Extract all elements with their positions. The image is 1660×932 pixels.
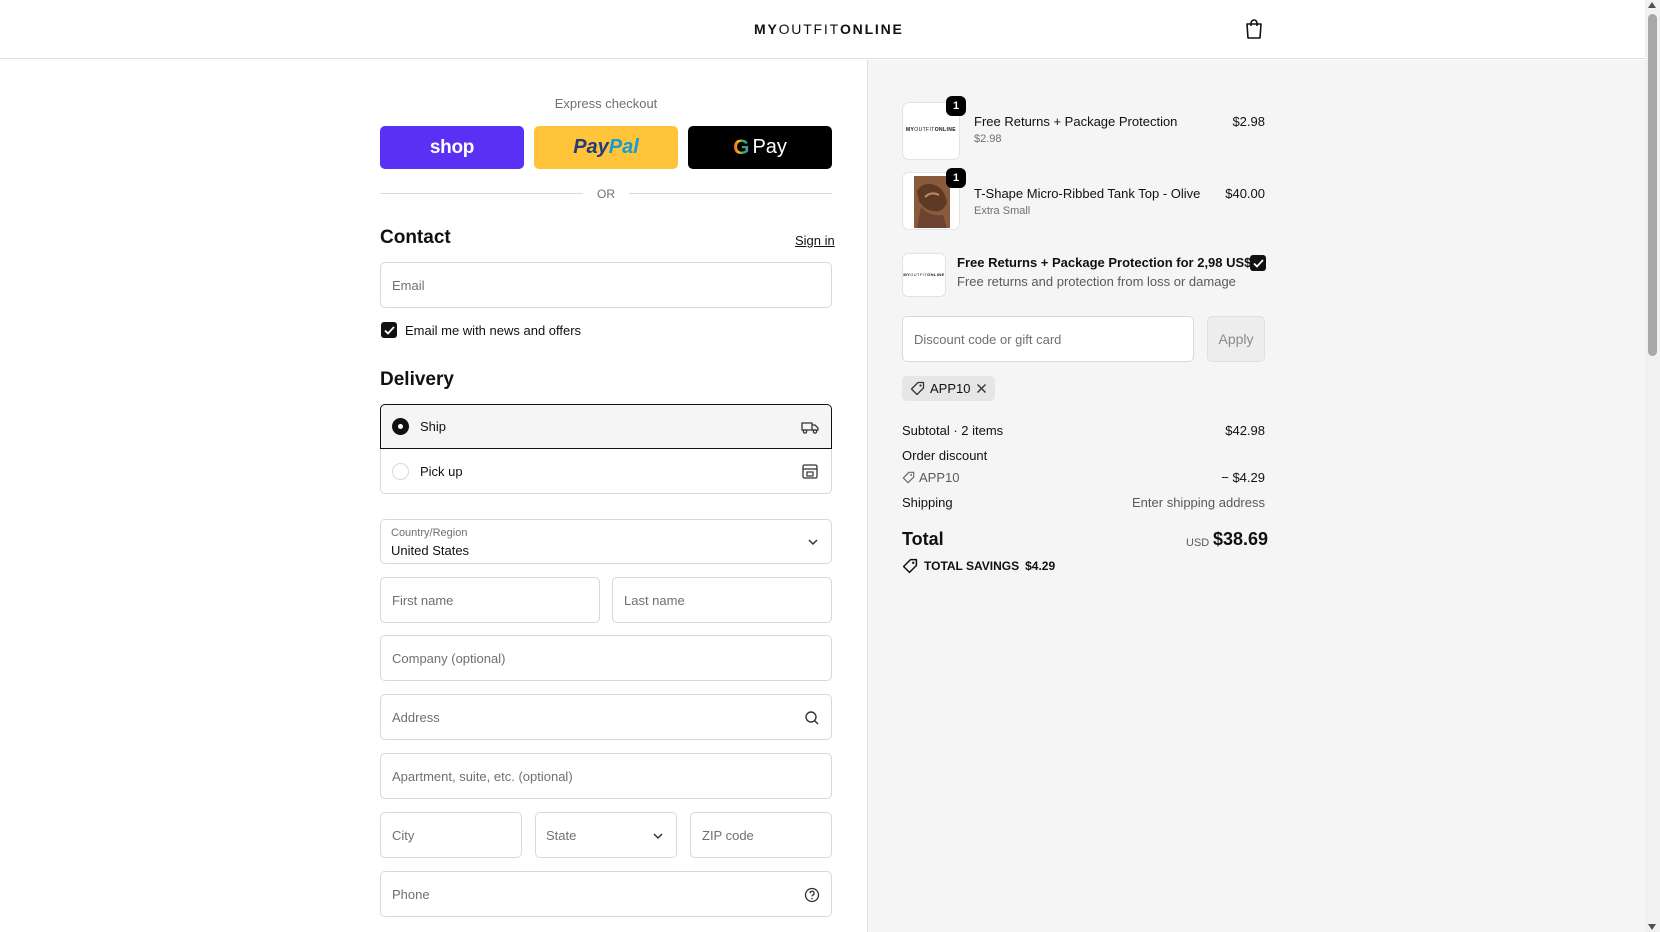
country-value: United States: [391, 543, 470, 558]
city-input[interactable]: [381, 813, 521, 857]
apartment-field[interactable]: [380, 753, 832, 799]
delivery-option-ship[interactable]: Ship: [380, 404, 832, 449]
sign-in-link[interactable]: Sign in: [795, 233, 835, 248]
help-icon[interactable]: [804, 887, 820, 903]
item-name: T-Shape Micro-Ribbed Tank Top - Olive: [974, 186, 1201, 201]
discount-code-label: APP10: [919, 470, 960, 485]
savings-value: $4.29: [1025, 559, 1056, 573]
first-name-input[interactable]: [381, 578, 599, 622]
shipping-label: Shipping: [902, 495, 953, 510]
truck-icon: [801, 421, 819, 434]
country-label: Country/Region: [391, 527, 468, 539]
applied-discount-chip: APP10: [902, 376, 996, 401]
thumbnail-logo: MYOUTFITONLINE: [903, 272, 945, 277]
checkmark-icon: [1252, 258, 1264, 268]
tag-icon: [910, 381, 925, 396]
apply-discount-button[interactable]: Apply: [1207, 316, 1265, 362]
tag-icon: [902, 558, 918, 574]
paypal-button[interactable]: Pay Pal: [534, 126, 678, 169]
email-field[interactable]: [380, 262, 832, 308]
newsletter-label: Email me with news and offers: [405, 323, 582, 338]
ship-radio[interactable]: [392, 418, 409, 435]
express-checkout-label: Express checkout: [554, 96, 658, 111]
state-placeholder: State: [546, 828, 577, 843]
state-select[interactable]: State: [535, 812, 677, 858]
upsell-thumbnail: MYOUTFITONLINE: [902, 253, 946, 297]
phone-field[interactable]: [380, 871, 832, 917]
close-icon[interactable]: [976, 383, 987, 394]
total-value: $38.69: [1213, 529, 1269, 549]
chevron-down-icon: [808, 539, 818, 546]
item-price: $40.00: [1225, 186, 1265, 201]
savings-label: TOTAL SAVINGS: [924, 559, 1020, 573]
item-variant: $2.98: [974, 133, 1002, 145]
first-name-field[interactable]: [380, 577, 600, 623]
discount-code-field[interactable]: [902, 316, 1194, 362]
delivery-option-pickup[interactable]: Pick up: [380, 449, 832, 494]
item-name: Free Returns + Package Protection: [974, 114, 1178, 129]
total-currency: USD: [1186, 537, 1210, 549]
company-input[interactable]: [381, 636, 831, 680]
company-field[interactable]: [380, 635, 832, 681]
total-savings: TOTAL SAVINGS $4.29: [902, 558, 1055, 574]
discount-value: − $4.29: [1221, 470, 1265, 485]
total-label: Total: [902, 529, 944, 549]
upsell-description: Free returns and protection from loss or…: [957, 274, 1236, 289]
site-header: MYOUTFITONLINE: [0, 0, 1645, 59]
order-discount-label: Order discount: [902, 448, 988, 463]
item-price: $2.98: [1232, 114, 1265, 129]
store-icon: [802, 464, 818, 479]
pickup-label: Pick up: [420, 463, 463, 479]
scrollbar-thumb[interactable]: [1648, 14, 1657, 356]
store-logo[interactable]: MYOUTFITONLINE: [754, 21, 904, 37]
item-variant: Extra Small: [974, 205, 1031, 217]
subtotal-label: Subtotal · 2 items: [902, 423, 1004, 438]
phone-input[interactable]: [381, 872, 831, 916]
upsell-title: Free Returns + Package Protection for 2,…: [957, 255, 1252, 270]
scroll-up-arrow-icon[interactable]: [1648, 2, 1656, 8]
tag-icon: [902, 471, 915, 484]
address-input[interactable]: [381, 695, 831, 739]
thumbnail-logo: MYOUTFITONLINE: [905, 127, 957, 133]
upsell-checkbox[interactable]: [1250, 255, 1266, 271]
quantity-badge: 1: [946, 168, 966, 188]
last-name-field[interactable]: [612, 577, 832, 623]
chevron-down-icon: [653, 833, 663, 840]
country-select[interactable]: Country/Region United States: [380, 519, 832, 564]
applied-code: APP10: [930, 381, 971, 396]
contact-title: Contact: [380, 227, 451, 248]
pickup-radio[interactable]: [392, 462, 409, 480]
discount-code-input[interactable]: [903, 317, 1193, 361]
quantity-badge: 1: [946, 96, 966, 116]
subtotal-value: $42.98: [1225, 423, 1265, 438]
shipping-value: Enter shipping address: [1132, 495, 1265, 510]
scroll-down-arrow-icon[interactable]: [1648, 924, 1656, 930]
last-name-input[interactable]: [613, 578, 831, 622]
ship-label: Ship: [420, 419, 447, 434]
checkmark-icon: [383, 325, 395, 335]
shop-pay-button[interactable]: shop: [380, 126, 524, 169]
email-input[interactable]: [381, 263, 831, 307]
delivery-title: Delivery: [380, 369, 454, 390]
google-pay-button[interactable]: G Pay: [688, 126, 832, 169]
shopping-bag-icon[interactable]: [1244, 18, 1264, 40]
search-icon[interactable]: [804, 710, 820, 726]
address-field[interactable]: [380, 694, 832, 740]
zip-input[interactable]: [691, 813, 831, 857]
or-divider: OR: [380, 187, 832, 203]
city-field[interactable]: [380, 812, 522, 858]
page-scrollbar[interactable]: [1645, 0, 1660, 932]
apartment-input[interactable]: [381, 754, 831, 798]
zip-field[interactable]: [690, 812, 832, 858]
newsletter-checkbox[interactable]: [381, 322, 397, 338]
